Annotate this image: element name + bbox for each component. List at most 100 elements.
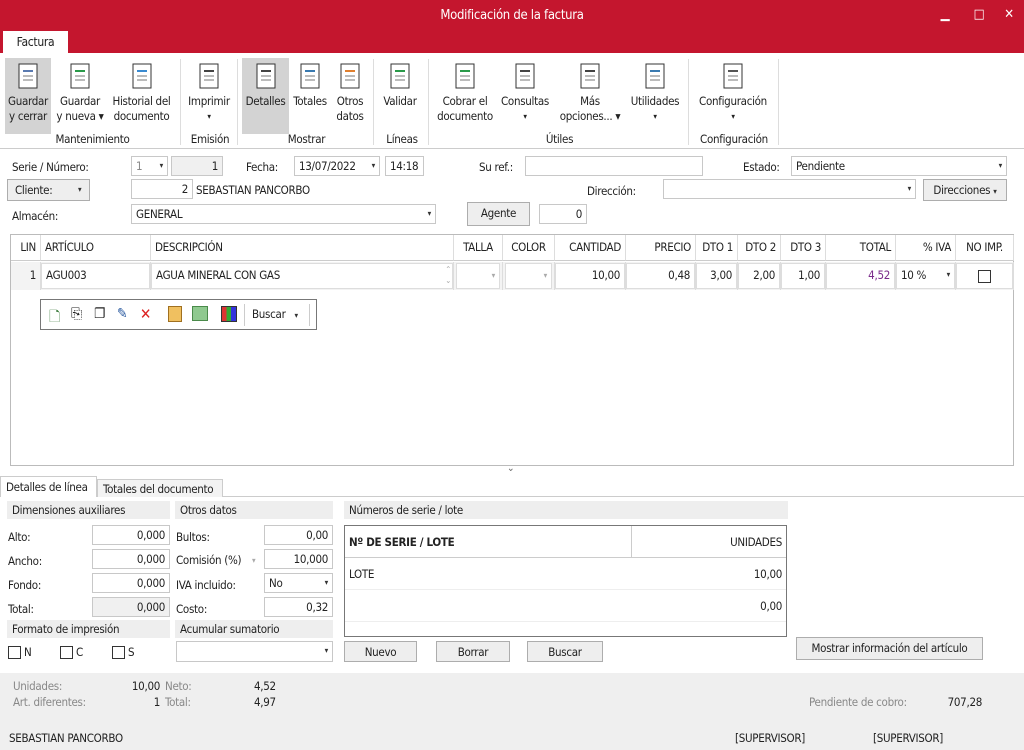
column-header-noimp[interactable]: NO IMP. [956, 235, 1014, 261]
almacen-label: Almacén: [12, 209, 59, 223]
ancho-field[interactable]: 0,000 [92, 549, 170, 569]
cell-dto3[interactable]: 1,00 [781, 262, 826, 290]
column-header-dto2[interactable]: DTO 2 [738, 235, 781, 261]
ribbon-button-historialdel[interactable]: Historial del documento [108, 58, 175, 134]
comision-field[interactable]: 10,000 [264, 549, 333, 569]
ribbon-button-otros[interactable]: Otros datos [332, 58, 368, 134]
cell-total[interactable]: 4,52 [826, 262, 896, 290]
acumular-select[interactable]: ▾ [176, 641, 333, 662]
noimp-checkbox[interactable] [978, 270, 991, 283]
ribbon-separator [180, 59, 181, 145]
cell-dto1[interactable]: 3,00 [696, 262, 738, 290]
minimize-button[interactable]: ▁ [930, 0, 960, 31]
hora-field[interactable]: 14:18 [385, 156, 424, 176]
ribbon-button-guardar[interactable]: Guardar y cerrar [5, 58, 51, 134]
ribbon-button-guardar[interactable]: Guardar y nueva ▾ [54, 58, 106, 134]
serie-select[interactable]: 1 ▾ [131, 156, 168, 176]
ribbon-button-totales[interactable]: Totales [290, 58, 330, 134]
formato-c-checkbox[interactable]: C [60, 645, 83, 659]
agente-field[interactable]: 0 [539, 204, 587, 224]
ribbon-button-label: opciones... ▾ [559, 109, 621, 123]
cell-descripcion[interactable]: AGUA MINERAL CON GAS ⌃ ⌄ [151, 262, 454, 290]
queries-icon [511, 62, 539, 90]
comision-dropdown[interactable]: ▾ [252, 556, 256, 565]
column-header-total[interactable]: TOTAL [826, 235, 896, 261]
mostrar-info-button[interactable]: Mostrar información del artículo [796, 637, 983, 660]
column-header-lin[interactable]: LIN [11, 235, 41, 261]
colors-icon[interactable] [221, 306, 237, 322]
ribbon-separator [778, 59, 779, 145]
borrar-button[interactable]: Borrar [436, 641, 510, 662]
ribbon-button-consultas[interactable]: Consultas ▾ [497, 58, 553, 134]
costo-field[interactable]: 0,32 [264, 597, 333, 617]
cell-talla[interactable]: ▾ [454, 262, 503, 290]
tab-detalles-linea[interactable]: Detalles de línea [0, 476, 97, 497]
estado-select[interactable]: Pendiente ▾ [791, 156, 1007, 176]
column-header-iva[interactable]: % IVA [896, 235, 956, 261]
tab-factura[interactable]: Factura [3, 31, 68, 53]
direccion-select[interactable]: ▾ [663, 179, 916, 199]
iva-select[interactable]: No ▾ [264, 573, 333, 593]
delete-line-icon[interactable]: ✕ [140, 305, 151, 323]
formato-n-checkbox[interactable]: N [8, 645, 32, 659]
maximize-button[interactable]: □ [964, 0, 994, 31]
ribbon-button-cobrarel[interactable]: Cobrar el documento [434, 58, 496, 134]
cell-iva[interactable]: 10 % ▾ [896, 262, 956, 290]
alto-field[interactable]: 0,000 [92, 525, 170, 545]
save-close-icon [14, 62, 42, 90]
ribbon-group-label: Líneas [386, 132, 418, 146]
column-header-cantidad[interactable]: CANTIDAD [555, 235, 626, 261]
insert-line-icon[interactable]: ⎘ [71, 306, 82, 322]
serie-row[interactable]: 0,00 [345, 590, 786, 622]
edit-line-icon[interactable]: ✎ [117, 306, 128, 322]
formato-s-checkbox[interactable]: S [112, 645, 135, 659]
status-role-1: [SUPERVISOR] [735, 731, 805, 745]
cell-noimp[interactable] [956, 262, 1014, 290]
ribbon-button-detalles[interactable]: Detalles [242, 58, 289, 134]
costo-label: Costo: [176, 602, 208, 616]
cell-lin[interactable]: 1 [11, 262, 41, 290]
cell-precio[interactable]: 0,48 [626, 262, 696, 290]
suref-field[interactable] [525, 156, 703, 176]
fecha-field[interactable]: 13/07/2022 ▾ [294, 156, 380, 176]
buscar-dropdown[interactable]: Buscar ▾ [252, 307, 298, 321]
nuevo-button[interactable]: Nuevo [344, 641, 417, 662]
column-header-descripcion[interactable]: DESCRIPCIÓN [151, 235, 454, 261]
ribbon-button-validar[interactable]: Validar [378, 58, 422, 134]
history-icon [128, 62, 156, 90]
notes-icon[interactable] [168, 306, 182, 322]
mobile-icon [576, 62, 604, 90]
cliente-button[interactable]: Cliente: ▾ [7, 179, 90, 201]
direcciones-button[interactable]: Direcciones ▾ [923, 179, 1007, 201]
ribbon-button-más[interactable]: Más opciones... ▾ [556, 58, 624, 134]
serie-row[interactable]: LOTE 10,00 [345, 558, 786, 590]
column-header-precio[interactable]: PRECIO [626, 235, 696, 261]
bultos-field[interactable]: 0,00 [264, 525, 333, 545]
copy-line-icon[interactable]: ❐ [94, 306, 105, 322]
tab-totales-documento[interactable]: Totales del documento [97, 479, 223, 497]
fondo-field[interactable]: 0,000 [92, 573, 170, 593]
image-icon[interactable] [192, 306, 208, 321]
cell-cantidad[interactable]: 10,00 [555, 262, 626, 290]
agente-button[interactable]: Agente [467, 202, 530, 226]
description-scroll-icon[interactable]: ⌃ ⌄ [445, 264, 451, 286]
column-header-color[interactable]: COLOR [503, 235, 555, 261]
column-header-dto3[interactable]: DTO 3 [781, 235, 826, 261]
bultos-label: Bultos: [176, 530, 210, 544]
cell-articulo[interactable]: AGU003 [41, 262, 151, 290]
ribbon-button-utilidades[interactable]: Utilidades ▾ [626, 58, 684, 134]
ribbon-button-imprimir[interactable]: Imprimir ▾ [186, 58, 232, 134]
cliente-code-field[interactable]: 2 [131, 179, 193, 199]
buscar-button[interactable]: Buscar [527, 641, 603, 662]
cell-dto2[interactable]: 2,00 [738, 262, 781, 290]
column-header-articulo[interactable]: ARTÍCULO [41, 235, 151, 261]
new-line-icon[interactable]: 🗋 [49, 306, 60, 330]
column-header-dto1[interactable]: DTO 1 [696, 235, 738, 261]
column-header-talla[interactable]: TALLA [454, 235, 503, 261]
splitter-chevron-icon[interactable]: ⌄ [507, 463, 515, 474]
close-button[interactable]: ✕ [994, 0, 1024, 31]
ribbon-button-configuración[interactable]: Configuración ▾ [692, 58, 774, 134]
almacen-select[interactable]: GENERAL ▾ [131, 204, 436, 224]
cell-color[interactable]: ▾ [503, 262, 555, 290]
numero-field[interactable]: 1 [171, 156, 223, 176]
